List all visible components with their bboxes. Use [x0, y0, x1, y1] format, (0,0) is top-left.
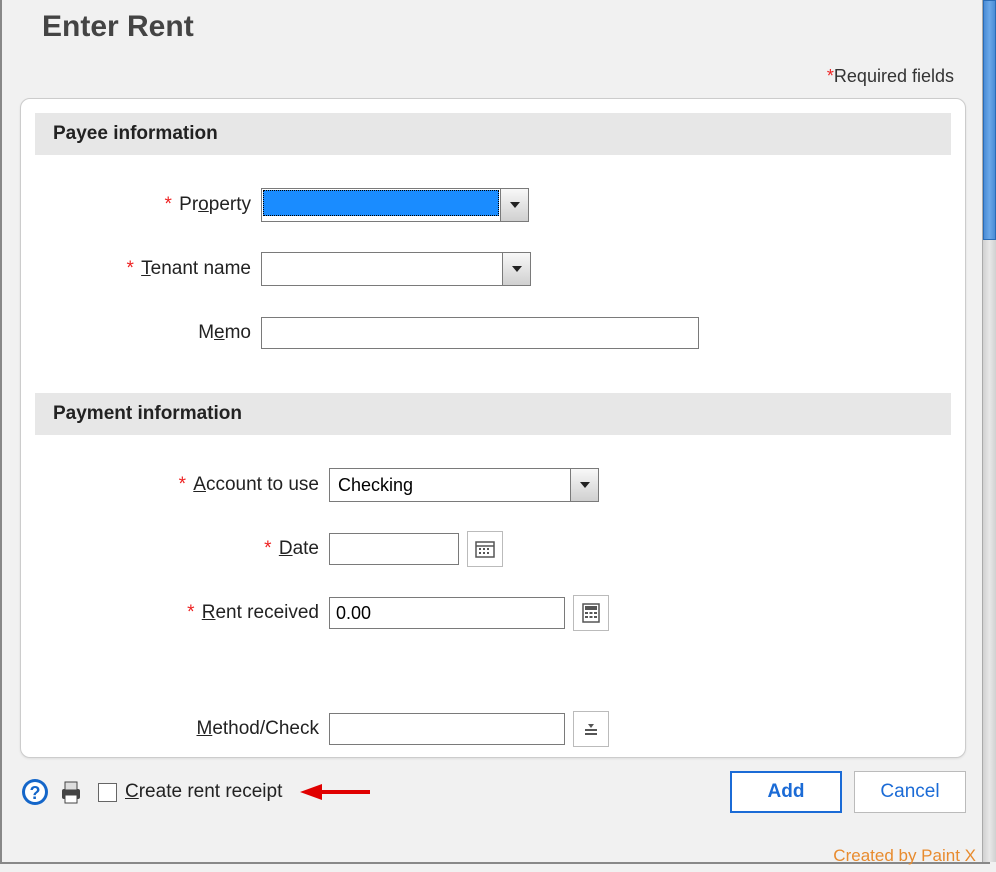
window-border-left [0, 0, 2, 862]
label-account: * Account to use [21, 474, 329, 496]
row-tenant: * Tenant name [21, 239, 965, 299]
calculator-button[interactable] [573, 595, 609, 631]
required-fields-label: Required fields [834, 66, 954, 86]
print-icon[interactable] [56, 777, 86, 807]
watermark-text: Created by Paint X [833, 846, 976, 866]
label-method: Method/Check [21, 718, 329, 740]
create-receipt-label: Create rent receipt [125, 781, 282, 803]
memo-input[interactable] [261, 317, 699, 349]
row-memo: Memo [21, 303, 965, 363]
property-combobox-button[interactable] [500, 189, 528, 221]
row-property: * Property [21, 175, 965, 235]
cancel-button[interactable]: Cancel [854, 771, 966, 813]
label-memo: Memo [21, 322, 261, 344]
account-combobox-text[interactable]: Checking [330, 469, 570, 501]
property-combobox-text[interactable] [263, 190, 499, 216]
vertical-scrollbar[interactable] [982, 0, 996, 862]
method-lookup-button[interactable] [573, 711, 609, 747]
spacer [21, 647, 965, 695]
help-icon[interactable]: ? [20, 777, 50, 807]
section-payment-header: Payment information [35, 393, 951, 435]
date-picker-button[interactable] [467, 531, 503, 567]
red-arrow-annotation [300, 781, 370, 803]
label-tenant: * Tenant name [21, 258, 261, 280]
required-asterisk: * [827, 66, 834, 86]
lookup-icon [583, 721, 599, 737]
row-date: * Date [21, 519, 965, 579]
row-rent: * Rent received [21, 583, 965, 643]
footer-bar: ? Create rent receipt Add Cancel [20, 770, 966, 814]
row-account: * Account to use Checking [21, 455, 965, 515]
account-combobox-button[interactable] [570, 469, 598, 501]
tenant-combobox-text[interactable] [262, 253, 502, 285]
footer-left: ? Create rent receipt [20, 777, 370, 807]
required-fields-note: *Required fields [827, 66, 954, 87]
scrollbar-thumb[interactable] [983, 0, 996, 240]
form-panel: Payee information * Property * Tenant na… [20, 98, 966, 758]
calculator-icon [582, 603, 600, 623]
calendar-icon [475, 539, 495, 559]
footer-right: Add Cancel [730, 771, 966, 813]
page-title: Enter Rent [42, 10, 194, 44]
property-combobox[interactable] [261, 188, 529, 222]
row-method: Method/Check [21, 699, 965, 759]
tenant-combobox[interactable] [261, 252, 531, 286]
rent-input[interactable] [329, 597, 565, 629]
method-input[interactable] [329, 713, 565, 745]
add-button[interactable]: Add [730, 771, 842, 813]
date-input[interactable] [329, 533, 459, 565]
tenant-combobox-button[interactable] [502, 253, 530, 285]
svg-text:?: ? [30, 783, 41, 803]
account-combobox[interactable]: Checking [329, 468, 599, 502]
label-property: * Property [21, 194, 261, 216]
label-date: * Date [21, 538, 329, 560]
section-payee-header: Payee information [35, 113, 951, 155]
create-receipt-checkbox-wrap: Create rent receipt [98, 781, 282, 803]
label-rent: * Rent received [21, 602, 329, 624]
create-receipt-checkbox[interactable] [98, 783, 117, 802]
